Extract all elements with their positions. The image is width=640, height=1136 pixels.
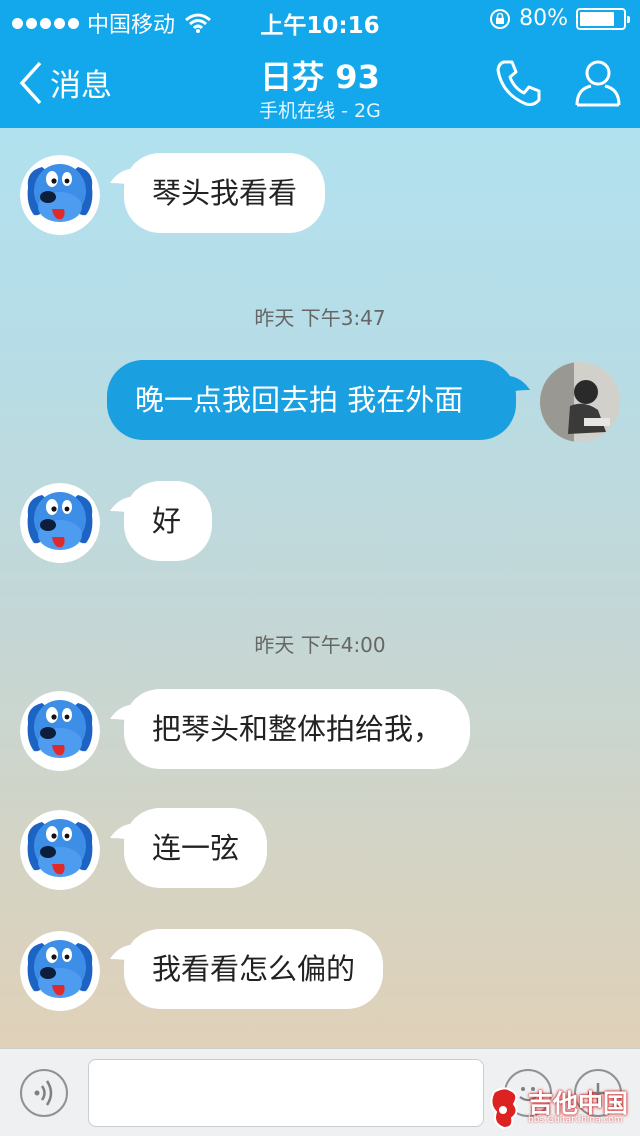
watermark-url: bbs.GuitarChina.com (528, 1115, 623, 1125)
voice-button[interactable] (20, 1069, 68, 1117)
message-bubble[interactable]: 连一弦 (124, 808, 268, 888)
site-watermark: 吉他中国 bbs.GuitarChina.com (486, 1082, 636, 1134)
dog-avatar-icon (20, 931, 100, 1011)
dog-avatar-icon (20, 155, 100, 235)
message-bubble[interactable]: 我看看怎么偏的 (124, 929, 384, 1009)
phone-icon (496, 60, 541, 106)
guitar-logo-icon (490, 1087, 518, 1130)
message-timestamp: 昨天 下午3:47 (254, 306, 386, 330)
message-input[interactable] (88, 1059, 484, 1127)
voice-icon (34, 1080, 53, 1106)
rotation-lock-icon (490, 8, 511, 29)
contact-avatar[interactable] (20, 483, 100, 563)
dog-avatar-icon (20, 483, 100, 563)
my-avatar[interactable] (540, 362, 620, 442)
message-bubble[interactable]: 晚一点我回去拍 我在外面 (107, 360, 516, 440)
battery-icon (576, 7, 630, 30)
contact-avatar[interactable] (20, 155, 100, 235)
user-photo-icon (540, 362, 620, 442)
dog-avatar-icon (20, 691, 100, 771)
online-status: 手机在线 - 2G (259, 100, 381, 122)
battery-percent: 80% (519, 6, 568, 31)
message-bubble[interactable]: 琴头我看看 (124, 153, 326, 233)
dog-avatar-icon (20, 810, 100, 890)
profile-icon (575, 60, 621, 107)
status-right: 80% (489, 6, 630, 31)
status-bar: 中国移动 上午10:16 80% (0, 0, 640, 40)
call-button[interactable] (494, 58, 542, 112)
contact-avatar[interactable] (20, 810, 100, 890)
bubble-tail (510, 376, 530, 392)
message-bubble[interactable]: 把琴头和整体拍给我， (124, 689, 471, 769)
navigation-header: 中国移动 上午10:16 80% 消息 日芬 93 手机在线 - 2G (0, 0, 640, 128)
contact-profile-button[interactable] (574, 58, 622, 112)
message-timestamp: 昨天 下午4:00 (254, 633, 386, 657)
contact-avatar[interactable] (20, 691, 100, 771)
message-bubble[interactable]: 好 (124, 481, 212, 561)
contact-avatar[interactable] (20, 931, 100, 1011)
chat-title: 日芬 93 (260, 58, 380, 96)
